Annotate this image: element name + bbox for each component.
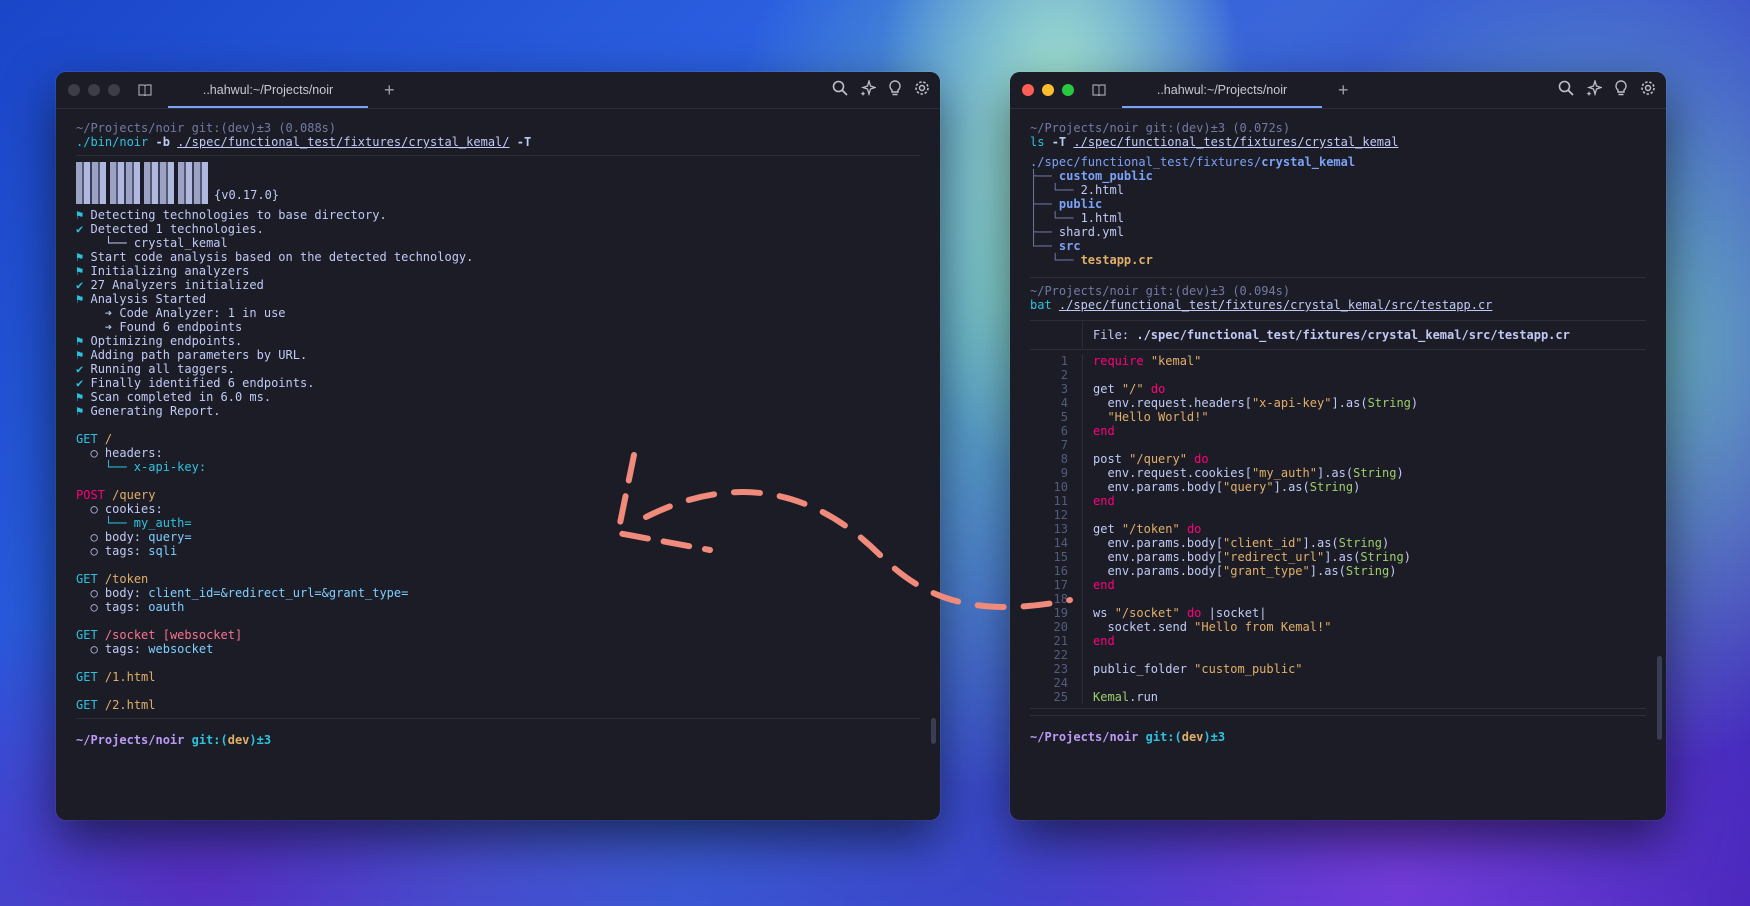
endpoint-row: GET /1.html <box>76 670 156 684</box>
tree-item: │ └── 1.html <box>1030 211 1124 225</box>
prompt-info: ~/Projects/noir git:(dev)±3 (0.088s) <box>76 121 337 135</box>
search-icon[interactable] <box>1558 80 1574 101</box>
command-line: ls -T ./spec/functional_test/fixtures/cr… <box>1030 135 1399 149</box>
zoom-button[interactable] <box>1062 84 1074 96</box>
close-button[interactable] <box>68 84 80 96</box>
window-controls <box>1022 84 1074 96</box>
prompt-info: ~/Projects/noir git:(dev)±3 (0.094s) <box>1030 284 1291 298</box>
log-line: ⚑ Start code analysis based on the detec… <box>76 250 474 264</box>
log-line: ⚑ Adding path parameters by URL. <box>76 348 308 362</box>
tree-item: │ └── 2.html <box>1030 183 1124 197</box>
scan-log: ⚑ Detecting technologies to base directo… <box>76 208 920 418</box>
lightbulb-icon[interactable] <box>888 79 902 101</box>
log-line: ✔ 27 Analyzers initialized <box>76 278 264 292</box>
line-number: 3 <box>1060 382 1068 396</box>
tab-label: ..hahwul:~/Projects/noir <box>202 83 334 97</box>
log-line: ✔ Running all taggers. <box>76 362 235 376</box>
close-button[interactable] <box>1022 84 1034 96</box>
log-line: ⚑ Analysis Started <box>76 292 207 306</box>
tab-label: ..hahwul:~/Projects/noir <box>1156 83 1288 97</box>
endpoint-row: GET / <box>76 432 113 446</box>
line-number: 21 <box>1053 634 1068 648</box>
scrollbar[interactable] <box>931 718 936 744</box>
tree-item: └── src <box>1030 239 1081 253</box>
log-line: ⚑ Scan completed in 6.0 ms. <box>76 390 272 404</box>
titlebar: ..hahwul:~/Projects/noir + <box>1010 72 1666 109</box>
endpoint-row: GET /socket [websocket] <box>76 628 243 642</box>
line-number: 6 <box>1060 424 1068 438</box>
log-line: ⚑ Generating Report. <box>76 404 221 418</box>
window-controls <box>68 84 120 96</box>
minimize-button[interactable] <box>1042 84 1054 96</box>
line-number: 1 <box>1060 354 1068 368</box>
prompt-info: ~/Projects/noir git:(dev)±3 (0.072s) <box>1030 121 1291 135</box>
bottom-prompt[interactable]: ~/Projects/noir git:(dev)±3 <box>76 733 920 747</box>
sparkle-icon[interactable] <box>1586 78 1604 101</box>
endpoint-detail: ○ tags: websocket <box>76 642 214 656</box>
lightbulb-icon[interactable] <box>1614 79 1628 101</box>
plus-icon[interactable]: + <box>384 81 395 99</box>
tree-item: └── testapp.cr <box>1030 253 1153 267</box>
scrollbar[interactable] <box>1657 656 1662 740</box>
sparkle-icon[interactable] <box>860 78 878 101</box>
line-number: 22 <box>1053 648 1068 662</box>
tree-root: ./spec/functional_test/fixtures/crystal_… <box>1030 155 1356 169</box>
tab-terminal[interactable]: ..hahwul:~/Projects/noir <box>1122 72 1322 108</box>
bottom-prompt[interactable]: ~/Projects/noir git:(dev)±3 <box>1030 730 1646 744</box>
version-label: {v0.17.0} <box>214 188 280 202</box>
tree-item: ├── custom_public <box>1030 169 1153 183</box>
terminal-output: ~/Projects/noir git:(dev)±3 (0.072s) ls … <box>1010 109 1666 744</box>
line-number: 2 <box>1060 368 1068 382</box>
log-line: ⚑ Detecting technologies to base directo… <box>76 208 387 222</box>
line-number: 25 <box>1053 690 1068 704</box>
minimize-button[interactable] <box>88 84 100 96</box>
right-terminal-window: ..hahwul:~/Projects/noir + ~/Projects/no… <box>1010 72 1666 820</box>
line-number: 5 <box>1060 410 1068 424</box>
line-number: 4 <box>1060 396 1068 410</box>
titlebar: ..hahwul:~/Projects/noir + <box>56 72 940 109</box>
log-line: ➔ Found 6 endpoints <box>90 320 243 334</box>
gear-icon[interactable] <box>914 80 930 101</box>
terminal-output: ~/Projects/noir git:(dev)±3 (0.088s) ./b… <box>56 109 940 747</box>
tree-item: ├── public <box>1030 197 1103 211</box>
command-line: ./bin/noir -b ./spec/functional_test/fix… <box>76 135 532 149</box>
zoom-button[interactable] <box>108 84 120 96</box>
book-icon[interactable] <box>1092 84 1106 96</box>
tab-terminal[interactable]: ..hahwul:~/Projects/noir <box>168 72 368 108</box>
log-line: ⚑ Optimizing endpoints. <box>76 334 243 348</box>
file-header: File: ./spec/functional_test/fixtures/cr… <box>1093 328 1570 342</box>
noir-logo: {v0.17.0} <box>76 162 920 204</box>
log-line: ✔ Detected 1 technologies. <box>76 222 264 236</box>
log-line: ➔ Code Analyzer: 1 in use <box>90 306 286 320</box>
dashed-arrow-icon <box>614 452 1073 610</box>
search-icon[interactable] <box>832 80 848 101</box>
endpoint-row: GET /2.html <box>76 698 156 712</box>
line-number: 24 <box>1053 676 1068 690</box>
log-line: ⚑ Initializing analyzers <box>76 264 250 278</box>
source-code: require "kemal" get "/" do env.request.h… <box>1093 354 1419 704</box>
file-tree: ├── custom_public │ └── 2.html ├── public │… <box>1030 169 1646 267</box>
plus-icon[interactable]: + <box>1338 81 1349 99</box>
gear-icon[interactable] <box>1640 80 1656 101</box>
book-icon[interactable] <box>138 84 152 96</box>
command-line: bat ./spec/functional_test/fixtures/crys… <box>1030 298 1493 312</box>
log-line: ✔ Finally identified 6 endpoints. <box>76 376 315 390</box>
bat-output: File: ./spec/functional_test/fixtures/cr… <box>1030 320 1646 709</box>
line-number: 23 <box>1053 662 1068 676</box>
tree-item: ├── shard.yml <box>1030 225 1124 239</box>
log-line: └── crystal_kemal <box>90 236 228 250</box>
